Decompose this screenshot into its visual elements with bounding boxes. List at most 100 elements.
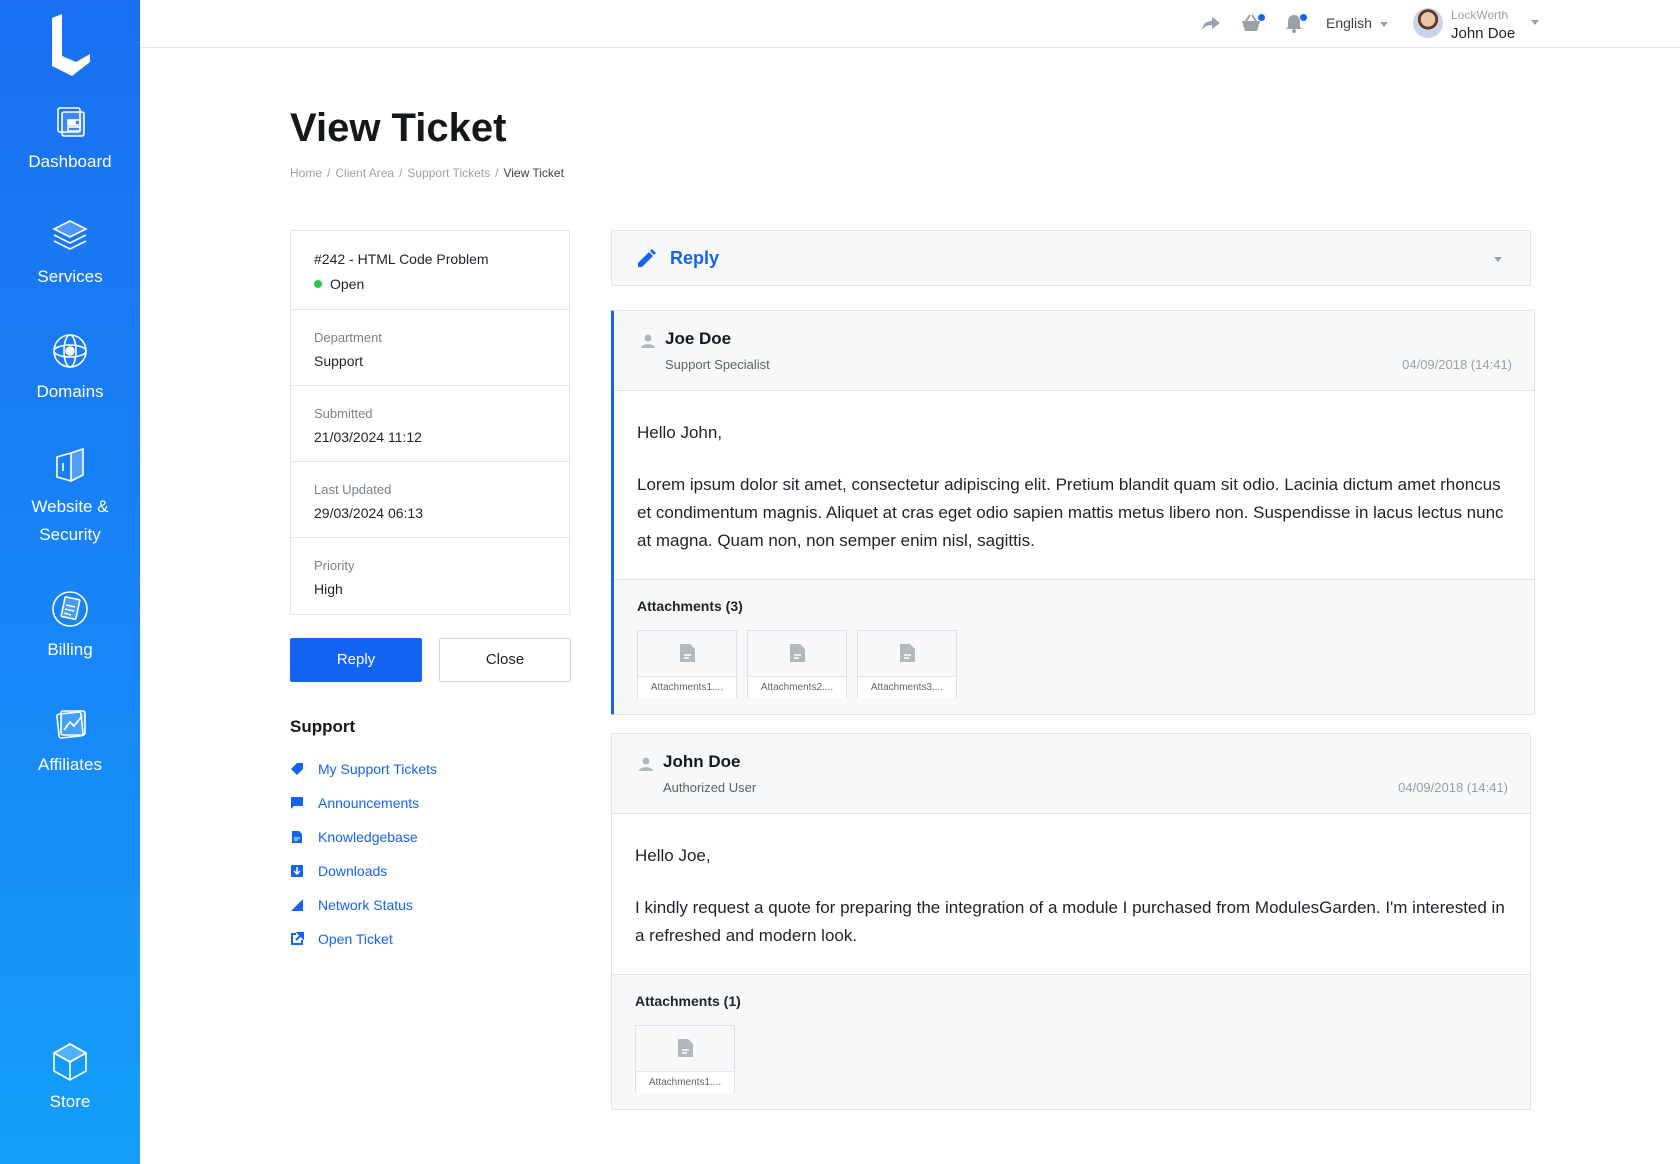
support-link-label: Announcements [318, 795, 420, 811]
notification-badge-dot [1300, 14, 1307, 21]
user-menu-chevron-icon[interactable] [1531, 20, 1539, 25]
breadcrumb-client-area[interactable]: Client Area [335, 166, 394, 180]
domains-icon [53, 334, 87, 368]
sidebar-item-website-security[interactable]: Website & Security [0, 445, 140, 549]
field-value: Support [314, 353, 364, 369]
field-label: Last Updated [314, 482, 392, 497]
attachment-item[interactable]: Attachments1.... [637, 630, 737, 698]
message-greeting: Hello John, [637, 423, 723, 442]
breadcrumb-support-tickets[interactable]: Support Tickets [407, 166, 490, 180]
support-link-label: Knowledgebase [318, 829, 418, 845]
avatar[interactable] [1413, 8, 1443, 38]
message-body: Hello John, Lorem ipsum dolor sit amet, … [614, 391, 1534, 579]
store-icon [52, 1043, 88, 1081]
attachment-item[interactable]: Attachments1.... [635, 1025, 735, 1093]
sidebar-item-label: Store [49, 1092, 91, 1111]
ticket-message-client: John Doe Authorized User 04/09/2018 (14:… [611, 733, 1531, 1110]
field-value: 21/03/2024 11:12 [314, 429, 422, 445]
field-label: Department [314, 330, 382, 345]
download-icon [291, 865, 303, 877]
chevron-down-icon [1379, 21, 1388, 27]
flag-icon [291, 797, 303, 809]
dashboard-icon [57, 107, 85, 137]
ticket-header: #242 - HTML Code Problem Open [291, 231, 569, 310]
top-bar: English LockWorth John Doe [140, 0, 1680, 48]
attachment-filename: Attachments1.... [636, 1071, 734, 1093]
attachments-section: Attachments (3) Attachments1.... Attachm… [614, 579, 1534, 714]
sidebar-item-store[interactable]: Store [0, 1040, 140, 1116]
field-label: Priority [314, 558, 355, 573]
close-ticket-button[interactable]: Close [439, 638, 571, 682]
sidebar-item-domains[interactable]: Domains [0, 330, 140, 406]
ticket-title: #242 - HTML Code Problem [314, 251, 489, 267]
message-greeting: Hello Joe, [635, 846, 711, 865]
ticket-field-submitted: Submitted 21/03/2024 11:12 [291, 386, 569, 462]
language-selector[interactable]: English [1326, 15, 1388, 31]
attachment-item[interactable]: Attachments3.... [857, 630, 957, 698]
pencil-icon [638, 249, 656, 267]
file-icon [790, 644, 805, 662]
support-link-open-ticket[interactable]: Open Ticket [290, 931, 393, 947]
support-link-announcements[interactable]: Announcements [290, 795, 419, 811]
field-value: 29/03/2024 06:13 [314, 505, 423, 521]
sidebar-item-label: Domains [36, 382, 104, 401]
sidebar-item-services[interactable]: Services [0, 215, 140, 291]
tag-icon [291, 763, 303, 775]
status-dot [314, 280, 322, 288]
person-icon [641, 334, 655, 348]
external-link-icon [291, 932, 304, 945]
message-header: John Doe Authorized User 04/09/2018 (14:… [612, 734, 1530, 814]
breadcrumb: Home / Client Area / Support Tickets / View Ti… [290, 166, 564, 180]
affiliates-icon [56, 710, 86, 739]
sidebar-item-label-line2: Security [39, 525, 101, 544]
cart-badge-dot [1258, 14, 1265, 21]
support-link-label: Network Status [318, 897, 413, 913]
user-company: LockWorth [1451, 8, 1509, 22]
services-icon [52, 220, 88, 250]
message-body: Hello Joe, I kindly request a quote for … [612, 814, 1530, 974]
field-label: Submitted [314, 406, 373, 421]
attachments-section: Attachments (1) Attachments1.... [612, 974, 1530, 1109]
support-link-my-tickets[interactable]: My Support Tickets [290, 761, 437, 777]
message-date: 04/09/2018 (14:41) [1402, 357, 1512, 372]
field-value: High [314, 581, 343, 597]
message-author-role: Authorized User [663, 780, 757, 795]
ticket-field-priority: Priority High [291, 538, 569, 614]
sidebar-item-affiliates[interactable]: Affiliates [0, 703, 140, 779]
support-link-network-status[interactable]: Network Status [290, 897, 413, 913]
support-link-label: My Support Tickets [318, 761, 438, 777]
support-section-title: Support [290, 717, 356, 736]
reply-button[interactable]: Reply [290, 638, 422, 682]
document-icon [292, 831, 302, 843]
attachment-filename: Attachments3.... [858, 676, 956, 698]
support-link-knowledgebase[interactable]: Knowledgebase [290, 829, 418, 845]
chevron-down-icon [1494, 257, 1502, 262]
attachment-item[interactable]: Attachments2.... [747, 630, 847, 698]
brand-logo[interactable] [46, 14, 94, 76]
message-author-role: Support Specialist [665, 357, 770, 372]
signal-icon [291, 899, 303, 911]
share-icon[interactable] [1200, 12, 1222, 34]
attachment-filename: Attachments1.... [638, 676, 736, 698]
sidebar: Dashboard Services Domains Website & Sec… [0, 0, 140, 1164]
ticket-message-staff: Joe Doe Support Specialist 04/09/2018 (1… [611, 310, 1535, 715]
sidebar-item-label: Dashboard [28, 152, 112, 171]
breadcrumb-home[interactable]: Home [290, 166, 322, 180]
sidebar-item-label: Billing [47, 640, 93, 659]
sidebar-item-label: Affiliates [38, 755, 102, 774]
support-link-downloads[interactable]: Downloads [290, 863, 387, 879]
sidebar-item-dashboard[interactable]: Dashboard [0, 100, 140, 176]
sidebar-item-label: Services [37, 267, 103, 286]
support-link-label: Downloads [318, 863, 388, 879]
file-icon [678, 1039, 693, 1057]
message-date: 04/09/2018 (14:41) [1398, 780, 1508, 795]
reply-panel-toggle[interactable]: Reply [611, 230, 1531, 286]
user-name[interactable]: John Doe [1451, 25, 1515, 42]
breadcrumb-current: View Ticket [503, 166, 564, 180]
file-icon [900, 644, 915, 662]
message-text: Lorem ipsum dolor sit amet, consectetur … [637, 475, 1504, 550]
status-text: Open [330, 276, 365, 292]
sidebar-item-billing[interactable]: Billing [0, 588, 140, 664]
reply-panel-label: Reply [670, 248, 720, 268]
website-security-icon [56, 447, 84, 483]
